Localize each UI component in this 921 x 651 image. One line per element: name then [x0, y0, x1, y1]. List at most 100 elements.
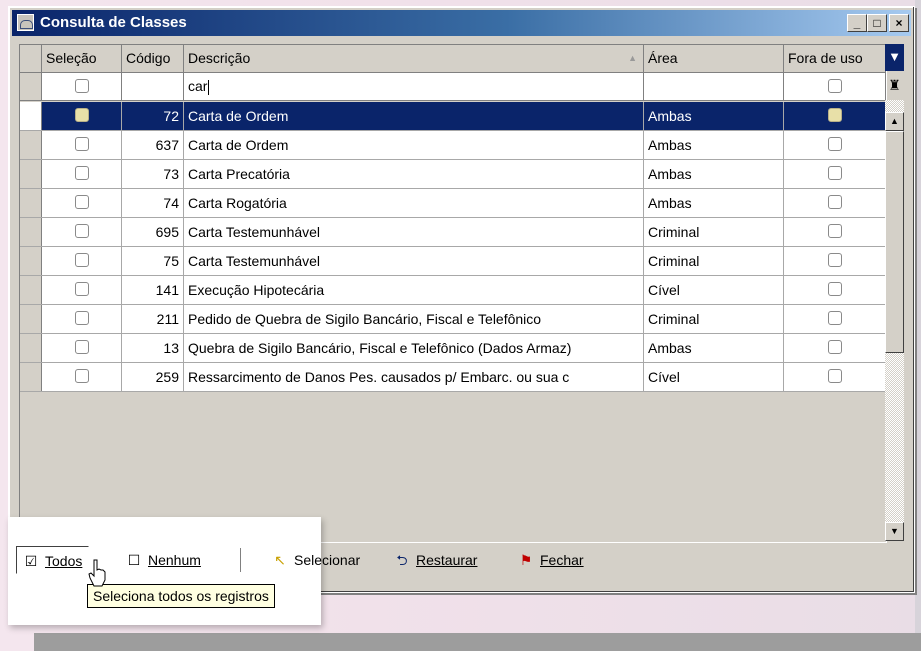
row-selecao-checkbox[interactable]	[74, 108, 89, 122]
table-row[interactable]: 695 Carta Testemunhável Criminal	[20, 218, 886, 247]
row-fora-de-uso-checkbox[interactable]	[827, 224, 842, 238]
row-selecao-cell[interactable]	[42, 189, 122, 217]
text-caret	[208, 79, 210, 95]
selecionar-button[interactable]: ↖ Selecionar	[266, 546, 366, 574]
row-area: Ambas	[644, 189, 784, 217]
table-row[interactable]: 259 Ressarcimento de Danos Pes. causados…	[20, 363, 886, 392]
row-codigo: 72	[122, 102, 184, 130]
row-selecao-checkbox[interactable]	[74, 369, 89, 383]
scroll-thumb[interactable]	[885, 131, 904, 353]
row-fora-de-uso-checkbox[interactable]	[827, 311, 842, 325]
todos-button[interactable]: ☑ Todos	[16, 546, 90, 574]
table-row[interactable]: 13 Quebra de Sigilo Bancário, Fiscal e T…	[20, 334, 886, 363]
row-fora-de-uso-cell[interactable]	[784, 218, 886, 246]
filter-selecao-checkbox[interactable]	[74, 79, 89, 93]
row-fora-de-uso-cell[interactable]	[784, 131, 886, 159]
row-fora-de-uso-checkbox[interactable]	[827, 282, 842, 296]
vertical-scrollbar[interactable]: ▲ ▼	[885, 100, 904, 541]
row-fora-de-uso-checkbox[interactable]	[827, 253, 842, 267]
row-selecao-checkbox[interactable]	[74, 311, 89, 325]
filter-selecao-cell[interactable]	[42, 73, 122, 100]
check-all-icon: ☑	[24, 553, 38, 569]
table-row[interactable]: 72 Carta de Ordem Ambas	[20, 102, 886, 131]
row-selecao-cell[interactable]	[42, 131, 122, 159]
row-indicator	[20, 189, 42, 217]
row-area: Ambas	[644, 334, 784, 362]
filter-fora-de-uso-cell[interactable]	[784, 73, 886, 100]
row-fora-de-uso-cell[interactable]	[784, 363, 886, 391]
close-button[interactable]: ×	[889, 14, 909, 32]
row-selecao-cell[interactable]	[42, 334, 122, 362]
brush-icon[interactable]: ♜	[885, 72, 904, 99]
maximize-button[interactable]: □	[867, 14, 887, 32]
row-fora-de-uso-checkbox[interactable]	[827, 108, 842, 122]
row-selecao-cell[interactable]	[42, 102, 122, 130]
row-selecao-checkbox[interactable]	[74, 282, 89, 296]
row-fora-de-uso-checkbox[interactable]	[827, 340, 842, 354]
column-header-fora-de-uso[interactable]: Fora de uso	[784, 45, 886, 72]
scroll-down-button[interactable]: ▼	[885, 522, 904, 541]
row-fora-de-uso-checkbox[interactable]	[827, 195, 842, 209]
row-fora-de-uso-checkbox[interactable]	[827, 369, 842, 383]
row-selecao-cell[interactable]	[42, 363, 122, 391]
row-fora-de-uso-checkbox[interactable]	[827, 166, 842, 180]
row-descricao: Ressarcimento de Danos Pes. causados p/ …	[184, 363, 644, 391]
table-row[interactable]: 141 Execução Hipotecária Cível	[20, 276, 886, 305]
title-bar[interactable]: Consulta de Classes _ □ ×	[12, 10, 911, 36]
column-header-selecao[interactable]: Seleção	[42, 45, 122, 72]
row-fora-de-uso-cell[interactable]	[784, 276, 886, 304]
row-selecao-cell[interactable]	[42, 247, 122, 275]
row-selecao-checkbox[interactable]	[74, 253, 89, 267]
column-header-codigo[interactable]: Código	[122, 45, 184, 72]
row-codigo: 259	[122, 363, 184, 391]
filter-codigo-input[interactable]	[122, 73, 184, 100]
row-selecao-checkbox[interactable]	[74, 166, 89, 180]
select-arrow-icon: ↖	[274, 552, 286, 568]
funnel-icon[interactable]: ▼	[885, 44, 904, 71]
sort-arrow-icon: ▲	[628, 53, 637, 63]
row-fora-de-uso-cell[interactable]	[784, 102, 886, 130]
row-fora-de-uso-cell[interactable]	[784, 189, 886, 217]
restore-icon: ⮌	[396, 552, 408, 568]
row-fora-de-uso-cell[interactable]	[784, 334, 886, 362]
column-header-descricao[interactable]: Descrição ▲	[184, 45, 644, 72]
table-row[interactable]: 211 Pedido de Quebra de Sigilo Bancário,…	[20, 305, 886, 334]
row-fora-de-uso-cell[interactable]	[784, 160, 886, 188]
restaurar-button[interactable]: ⮌ Restaurar	[388, 546, 483, 574]
window-title: Consulta de Classes	[40, 14, 187, 31]
table-row[interactable]: 73 Carta Precatória Ambas	[20, 160, 886, 189]
filter-area-input[interactable]	[644, 73, 784, 100]
table-row[interactable]: 74 Carta Rogatória Ambas	[20, 189, 886, 218]
row-selecao-checkbox[interactable]	[74, 340, 89, 354]
row-fora-de-uso-checkbox[interactable]	[827, 137, 842, 151]
row-selecao-cell[interactable]	[42, 218, 122, 246]
table-row[interactable]: 75 Carta Testemunhável Criminal	[20, 247, 886, 276]
nenhum-button[interactable]: ☐ Nenhum	[120, 546, 207, 574]
grid-header: Seleção Código Descrição ▲ Área Fora de …	[20, 45, 886, 73]
row-selecao-cell[interactable]	[42, 160, 122, 188]
app-icon[interactable]	[17, 14, 34, 31]
tooltip: Seleciona todos os registros	[87, 584, 275, 608]
row-indicator	[20, 131, 42, 159]
filter-descricao-value: car	[188, 78, 208, 94]
row-fora-de-uso-cell[interactable]	[784, 247, 886, 275]
row-selecao-checkbox[interactable]	[74, 137, 89, 151]
table-row[interactable]: 637 Carta de Ordem Ambas	[20, 131, 886, 160]
fechar-button[interactable]: ⚑ Fechar	[512, 546, 590, 574]
row-selecao-cell[interactable]	[42, 305, 122, 333]
row-selecao-cell[interactable]	[42, 276, 122, 304]
row-selecao-checkbox[interactable]	[74, 224, 89, 238]
row-indicator	[20, 363, 42, 391]
row-fora-de-uso-cell[interactable]	[784, 305, 886, 333]
minimize-button[interactable]: _	[847, 14, 867, 32]
filter-descricao-input[interactable]: car	[184, 73, 644, 100]
row-descricao: Quebra de Sigilo Bancário, Fiscal e Tele…	[184, 334, 644, 362]
row-indicator	[20, 102, 42, 130]
row-selecao-checkbox[interactable]	[74, 195, 89, 209]
filter-fora-de-uso-checkbox[interactable]	[827, 79, 842, 93]
column-header-area[interactable]: Área	[644, 45, 784, 72]
row-descricao: Carta Testemunhável	[184, 247, 644, 275]
row-codigo: 637	[122, 131, 184, 159]
row-indicator	[20, 218, 42, 246]
scroll-up-button[interactable]: ▲	[885, 112, 904, 131]
